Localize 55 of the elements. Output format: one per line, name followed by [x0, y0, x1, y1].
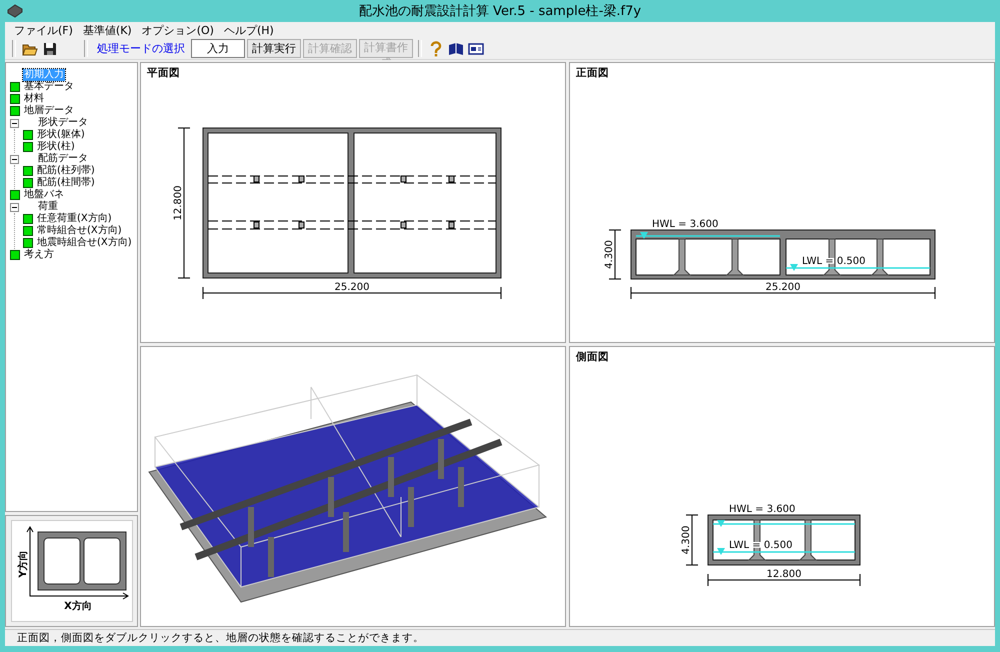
water-level-icon: [717, 520, 725, 527]
tree-item[interactable]: 形状データ: [37, 117, 89, 129]
dimension-text: 4.300: [604, 240, 615, 269]
tree-item[interactable]: 配筋データ: [37, 153, 89, 165]
water-level-icon: [790, 264, 798, 271]
card-icon[interactable]: [468, 40, 484, 56]
collapse-icon[interactable]: [10, 202, 19, 212]
dimension-text: 4.300: [681, 526, 692, 554]
mode-button[interactable]: 入力: [191, 39, 245, 58]
dimension-text: 12.800: [173, 186, 184, 220]
collapse-icon[interactable]: [10, 118, 19, 128]
column-drawing: [870, 238, 890, 276]
menu-item[interactable]: ファイル(F): [9, 22, 78, 38]
book-icon[interactable]: [448, 40, 464, 56]
tree-item[interactable]: 材料: [23, 93, 45, 105]
tree-item[interactable]: 配筋(柱列帯): [36, 165, 96, 177]
tree-item[interactable]: 配筋(柱間帯): [36, 177, 96, 189]
mode-label: 処理モードの選択: [96, 41, 186, 56]
dimension-text: 25.200: [766, 282, 800, 293]
water-level-label: HWL = 3.600: [729, 504, 796, 515]
view-title: 側面図: [576, 350, 609, 364]
axis-label: Y方向: [18, 550, 28, 578]
tree-item[interactable]: 常時組合せ(X方向): [36, 225, 123, 237]
column-drawing: [672, 238, 692, 276]
window-title: 配水池の耐震設計計算 Ver.5 - sample柱-梁.f7y: [358, 3, 642, 20]
tree-item[interactable]: 地震時組合せ(X方向): [36, 237, 133, 249]
app-icon: [7, 4, 23, 18]
menu-item[interactable]: 基準値(K): [78, 22, 137, 38]
water-level-icon: [717, 548, 725, 555]
water-level-label: LWL = 0.500: [802, 256, 866, 267]
tree-item[interactable]: 基本データ: [23, 81, 75, 93]
tree-item[interactable]: 形状(柱): [36, 141, 76, 153]
axis-label: X方向: [64, 601, 92, 612]
axes-icon: [26, 526, 128, 600]
tree-item[interactable]: 任意荷重(X方向): [36, 213, 113, 225]
mode-button[interactable]: 計算実行: [247, 39, 301, 58]
status-bar: 正面図，側面図をダブルクリックすると、地層の状態を確認することができます。: [5, 629, 995, 646]
view-title: 正面図: [576, 66, 609, 80]
tree-item[interactable]: 考え方: [23, 249, 55, 261]
menu-item[interactable]: オプション(O): [136, 22, 219, 38]
dimension-text: 25.200: [334, 282, 370, 293]
water-level-label: HWL = 3.600: [652, 219, 718, 230]
collapse-icon[interactable]: [10, 154, 19, 164]
column-drawing: [798, 520, 818, 560]
tree-item[interactable]: 荷重: [37, 201, 59, 213]
water-level-icon: [640, 232, 648, 239]
view-title: 平面図: [147, 66, 180, 80]
menu-item[interactable]: ヘルプ(H): [218, 22, 279, 38]
column-drawing: [726, 238, 744, 276]
column-drawing: [748, 520, 766, 560]
dimension-text: 12.800: [766, 569, 802, 580]
tree-item[interactable]: 地盤バネ: [23, 189, 65, 201]
tree-item[interactable]: 地層データ: [23, 105, 75, 117]
tree-item[interactable]: 形状(躯体): [36, 129, 86, 141]
save-icon[interactable]: [42, 40, 58, 56]
